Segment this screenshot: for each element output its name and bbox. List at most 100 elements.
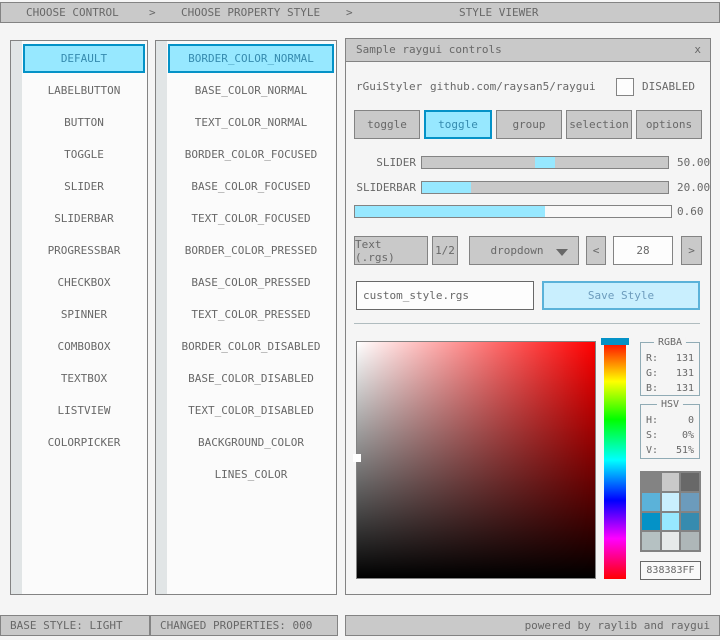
properties-list: BORDER_COLOR_NORMAL BASE_COLOR_NORMAL TEXT… bbox=[168, 44, 334, 492]
properties-list-panel: BORDER_COLOR_NORMAL BASE_COLOR_NORMAL TEXT… bbox=[155, 40, 337, 595]
list-item[interactable]: TEXT_COLOR_NORMAL bbox=[168, 108, 334, 137]
window-titlebar: Sample raygui controls x bbox=[346, 39, 710, 62]
chevron-down-icon bbox=[556, 249, 568, 256]
toggle-option[interactable]: group bbox=[496, 110, 562, 139]
value-row: B:131 bbox=[641, 381, 699, 396]
list-item[interactable]: BACKGROUND_COLOR bbox=[168, 428, 334, 457]
list-item[interactable]: DEFAULT bbox=[23, 44, 145, 73]
sample-controls-window: Sample raygui controls x rGuiStyler gith… bbox=[345, 38, 711, 595]
style-color-swatch bbox=[662, 473, 680, 491]
close-icon[interactable]: x bbox=[694, 39, 701, 61]
divider bbox=[354, 323, 700, 324]
list-item[interactable]: BASE_COLOR_NORMAL bbox=[168, 76, 334, 105]
rgba-group-title: RGBA bbox=[654, 337, 686, 348]
hex-color-input[interactable]: 838383FF bbox=[640, 561, 701, 580]
controls-list: DEFAULT LABELBUTTON BUTTON TOGGLE SLIDER SLID… bbox=[23, 44, 145, 460]
hsv-group-box: HSV H:0S:0%V:51% bbox=[640, 404, 700, 459]
sliderbar[interactable] bbox=[421, 181, 669, 194]
spinner-value-box[interactable]: 28 bbox=[613, 236, 673, 265]
toggle-option[interactable]: toggle bbox=[354, 110, 420, 139]
window-title: Sample raygui controls bbox=[356, 43, 502, 56]
list-item[interactable]: COMBOBOX bbox=[23, 332, 145, 361]
style-color-swatch bbox=[642, 473, 660, 491]
slider-handle[interactable] bbox=[535, 157, 555, 168]
app-name-label: rGuiStyler bbox=[356, 78, 422, 96]
controls-list-scrollbar[interactable] bbox=[11, 41, 22, 594]
properties-list-scrollbar[interactable] bbox=[156, 41, 167, 594]
style-color-swatch bbox=[662, 532, 680, 550]
list-item[interactable]: PROGRESSBAR bbox=[23, 236, 145, 265]
list-item[interactable]: TEXT_COLOR_PRESSED bbox=[168, 300, 334, 329]
style-color-swatch bbox=[642, 513, 660, 531]
progressbar-fill bbox=[355, 206, 545, 217]
hsv-group-title: HSV bbox=[657, 399, 683, 410]
chevron-right-icon: > bbox=[346, 3, 353, 22]
list-item[interactable]: BASE_COLOR_PRESSED bbox=[168, 268, 334, 297]
list-item[interactable]: BASE_COLOR_FOCUSED bbox=[168, 172, 334, 201]
color-picker-sv-area[interactable] bbox=[356, 341, 596, 579]
toggle-option[interactable]: toggle bbox=[424, 110, 492, 139]
style-color-swatch bbox=[642, 493, 660, 511]
repo-link[interactable]: github.com/raysan5/raygui bbox=[430, 78, 596, 96]
disabled-checkbox-label: DISABLED bbox=[642, 78, 695, 96]
rgba-group-box: RGBA R:131G:131B:131 bbox=[640, 342, 700, 396]
list-item[interactable]: TEXTBOX bbox=[23, 364, 145, 393]
breadcrumb-item-style-viewer: STYLE VIEWER bbox=[459, 3, 538, 22]
list-item[interactable]: LINES_COLOR bbox=[168, 460, 334, 489]
hsv-values: H:0S:0%V:51% bbox=[641, 405, 699, 458]
dropdown[interactable]: dropdown bbox=[469, 236, 579, 265]
list-item[interactable]: SPINNER bbox=[23, 300, 145, 329]
filename-input[interactable]: custom_style.rgs bbox=[356, 281, 534, 310]
slider-label: SLIDER bbox=[354, 156, 416, 169]
style-color-swatch bbox=[642, 532, 660, 550]
style-color-swatch bbox=[681, 473, 699, 491]
toggle-group: toggletogglegroupselectionoptions bbox=[354, 110, 702, 139]
breadcrumb-item-choose-control: CHOOSE CONTROL bbox=[26, 3, 119, 22]
toggle-option[interactable]: options bbox=[636, 110, 702, 139]
save-style-button[interactable]: Save Style bbox=[542, 281, 700, 310]
hue-bar-cursor[interactable] bbox=[601, 338, 629, 345]
list-item[interactable]: BORDER_COLOR_NORMAL bbox=[168, 44, 334, 73]
breadcrumb: CHOOSE CONTROL > CHOOSE PROPERTY STYLE >… bbox=[0, 2, 720, 23]
spinner-decrement-button[interactable]: < bbox=[586, 236, 606, 265]
value-row: V:51% bbox=[641, 443, 699, 458]
list-item[interactable]: BORDER_COLOR_FOCUSED bbox=[168, 140, 334, 169]
list-item[interactable]: SLIDERBAR bbox=[23, 204, 145, 233]
style-color-swatch bbox=[681, 493, 699, 511]
style-color-swatch-grid bbox=[640, 471, 701, 552]
list-item[interactable]: BORDER_COLOR_DISABLED bbox=[168, 332, 334, 361]
sliderbar-value: 20.00 bbox=[677, 181, 710, 194]
toggle-option[interactable]: selection bbox=[566, 110, 632, 139]
list-item[interactable]: BUTTON bbox=[23, 108, 145, 137]
half-button[interactable]: 1/2 bbox=[432, 236, 458, 265]
style-color-swatch bbox=[662, 493, 680, 511]
list-item[interactable]: BASE_COLOR_DISABLED bbox=[168, 364, 334, 393]
dropdown-selected-value: dropdown bbox=[491, 244, 544, 257]
progressbar-value: 0.60 bbox=[677, 205, 704, 218]
sliderbar-label: SLIDERBAR bbox=[354, 181, 416, 194]
list-item[interactable]: TEXT_COLOR_DISABLED bbox=[168, 396, 334, 425]
spinner-increment-button[interactable]: > bbox=[681, 236, 702, 265]
style-color-swatch bbox=[681, 513, 699, 531]
disabled-checkbox[interactable] bbox=[616, 78, 634, 96]
breadcrumb-item-choose-property-style: CHOOSE PROPERTY STYLE bbox=[181, 3, 320, 22]
rguistyler-app: CHOOSE CONTROL > CHOOSE PROPERTY STYLE >… bbox=[0, 0, 720, 640]
text-rgs-button[interactable]: Text (.rgs) bbox=[354, 236, 428, 265]
list-item[interactable]: BORDER_COLOR_PRESSED bbox=[168, 236, 334, 265]
slider[interactable] bbox=[421, 156, 669, 169]
list-item[interactable]: LISTVIEW bbox=[23, 396, 145, 425]
list-item[interactable]: TEXT_COLOR_FOCUSED bbox=[168, 204, 334, 233]
rgba-values: R:131G:131B:131 bbox=[641, 343, 699, 396]
progressbar bbox=[354, 205, 672, 218]
hue-bar[interactable] bbox=[604, 341, 626, 579]
list-item[interactable]: COLORPICKER bbox=[23, 428, 145, 457]
status-powered-by: powered by raylib and raygui bbox=[345, 615, 720, 636]
list-item[interactable]: SLIDER bbox=[23, 172, 145, 201]
slider-value: 50.00 bbox=[677, 156, 710, 169]
color-picker-cursor[interactable] bbox=[353, 454, 361, 462]
list-item[interactable]: LABELBUTTON bbox=[23, 76, 145, 105]
status-base-style: BASE STYLE: LIGHT bbox=[0, 615, 150, 636]
value-row: H:0 bbox=[641, 413, 699, 428]
list-item[interactable]: CHECKBOX bbox=[23, 268, 145, 297]
list-item[interactable]: TOGGLE bbox=[23, 140, 145, 169]
